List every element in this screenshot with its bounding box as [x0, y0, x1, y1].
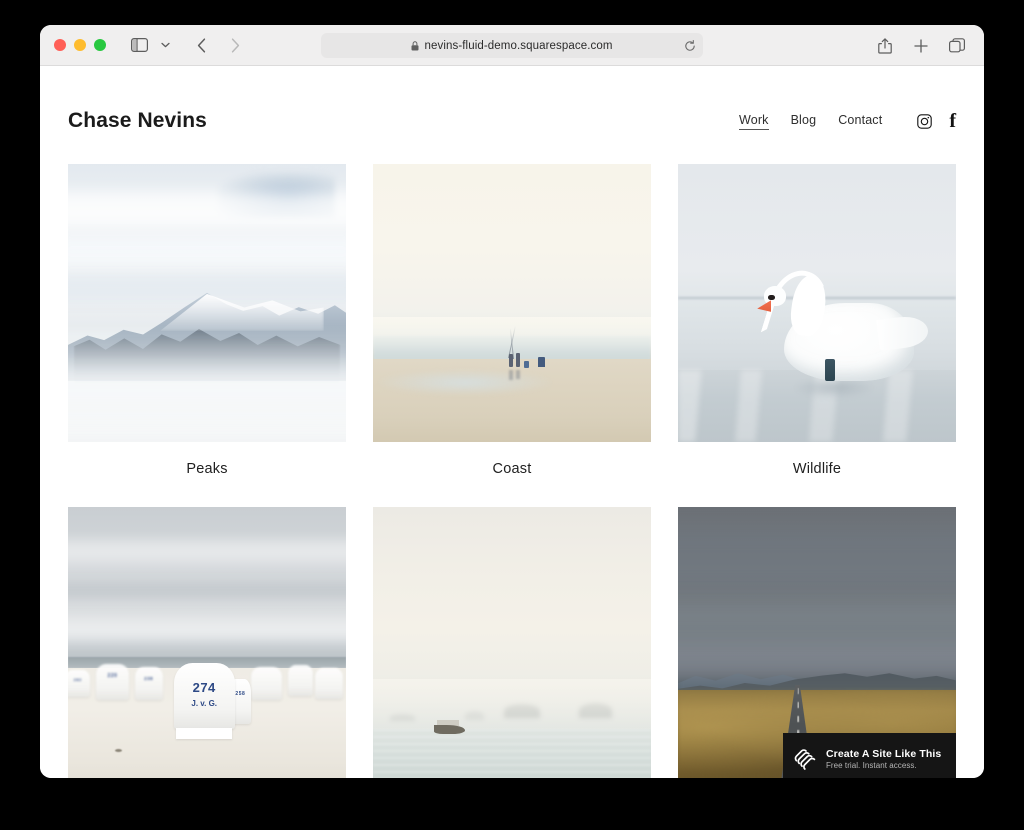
chair-number-main: 274	[192, 680, 216, 696]
close-window-button[interactable]	[54, 39, 66, 51]
promo-text-group: Create A Site Like This Free trial. Inst…	[826, 748, 941, 770]
chair-number: 282	[73, 676, 82, 682]
mountain-photo	[68, 164, 346, 442]
beach-chairs-photo: 282 220 238 274 J. v. G. 258	[68, 507, 346, 778]
url-text: nevins-fluid-demo.squarespace.com	[424, 39, 613, 52]
address-bar-wrapper: nevins-fluid-demo.squarespace.com	[321, 33, 703, 58]
minimize-window-button[interactable]	[74, 39, 86, 51]
forward-button[interactable]	[222, 33, 248, 57]
gallery-item-coast[interactable]: Coast	[373, 164, 651, 507]
nav-item-work[interactable]: Work	[739, 113, 769, 130]
squarespace-logo-icon	[793, 747, 817, 771]
chair-initials: J. v. G.	[191, 699, 218, 709]
chair-number: 220	[107, 673, 118, 680]
gallery-thumbnail-sea[interactable]	[373, 507, 651, 778]
chevron-down-icon[interactable]	[152, 33, 178, 57]
gallery-item-beach-chairs[interactable]: 282 220 238 274 J. v. G. 258	[68, 507, 346, 778]
reload-icon[interactable]	[684, 39, 696, 52]
toolbar-right-actions	[872, 25, 970, 66]
promo-title: Create A Site Like This	[826, 748, 942, 760]
gallery-thumbnail-wildlife[interactable]	[678, 164, 956, 442]
work-gallery: Peaks Coast Wildlife 282 220 238 274 J. …	[40, 164, 984, 778]
sea-boat-photo	[373, 507, 651, 778]
social-links: f	[917, 111, 956, 131]
facebook-icon[interactable]: f	[949, 111, 956, 131]
gallery-thumbnail-coast[interactable]	[373, 164, 651, 442]
gallery-item-wildlife[interactable]: Wildlife	[678, 164, 956, 507]
window-controls	[54, 39, 106, 51]
promo-subtitle: Free trial. Instant access.	[826, 761, 917, 770]
share-icon[interactable]	[872, 34, 898, 58]
site-title[interactable]: Chase Nevins	[68, 109, 207, 133]
sidebar-icon[interactable]	[126, 33, 152, 57]
squarespace-promo-banner[interactable]: Create A Site Like This Free trial. Inst…	[783, 733, 956, 778]
gallery-thumbnail-peaks[interactable]	[68, 164, 346, 442]
gallery-item-peaks[interactable]: Peaks	[68, 164, 346, 507]
site-navigation: Work Blog Contact f	[739, 111, 956, 131]
gallery-caption-wildlife: Wildlife	[792, 461, 842, 477]
gallery-caption-coast: Coast	[492, 461, 532, 477]
new-tab-icon[interactable]	[908, 34, 934, 58]
site-header: Chase Nevins Work Blog Contact f	[40, 67, 984, 133]
gallery-thumbnail-road[interactable]: Create A Site Like This Free trial. Inst…	[678, 507, 956, 778]
address-bar[interactable]: nevins-fluid-demo.squarespace.com	[321, 33, 703, 58]
maximize-window-button[interactable]	[94, 39, 106, 51]
gallery-caption-peaks: Peaks	[186, 461, 228, 477]
chair-number: 238	[144, 675, 154, 681]
browser-toolbar: nevins-fluid-demo.squarespace.com	[40, 25, 984, 66]
web-page-content: Chase Nevins Work Blog Contact f Peaks C…	[40, 67, 984, 778]
gallery-item-sea[interactable]	[373, 507, 651, 778]
nav-item-blog[interactable]: Blog	[791, 113, 817, 130]
swan-photo	[678, 164, 956, 442]
facebook-glyph: f	[949, 110, 956, 132]
beach-photo	[373, 164, 651, 442]
nav-item-contact[interactable]: Contact	[838, 113, 882, 130]
sidebar-toggle-group	[126, 33, 178, 57]
tabs-icon[interactable]	[944, 34, 970, 58]
gallery-thumbnail-beach-chairs[interactable]: 282 220 238 274 J. v. G. 258	[68, 507, 346, 778]
browser-window: nevins-fluid-demo.squarespace.com Chase …	[40, 25, 984, 778]
back-button[interactable]	[188, 33, 214, 57]
instagram-icon[interactable]	[917, 113, 933, 129]
navigation-arrows	[188, 33, 248, 57]
gallery-item-road[interactable]: Create A Site Like This Free trial. Inst…	[678, 507, 956, 778]
lock-icon	[411, 40, 419, 51]
